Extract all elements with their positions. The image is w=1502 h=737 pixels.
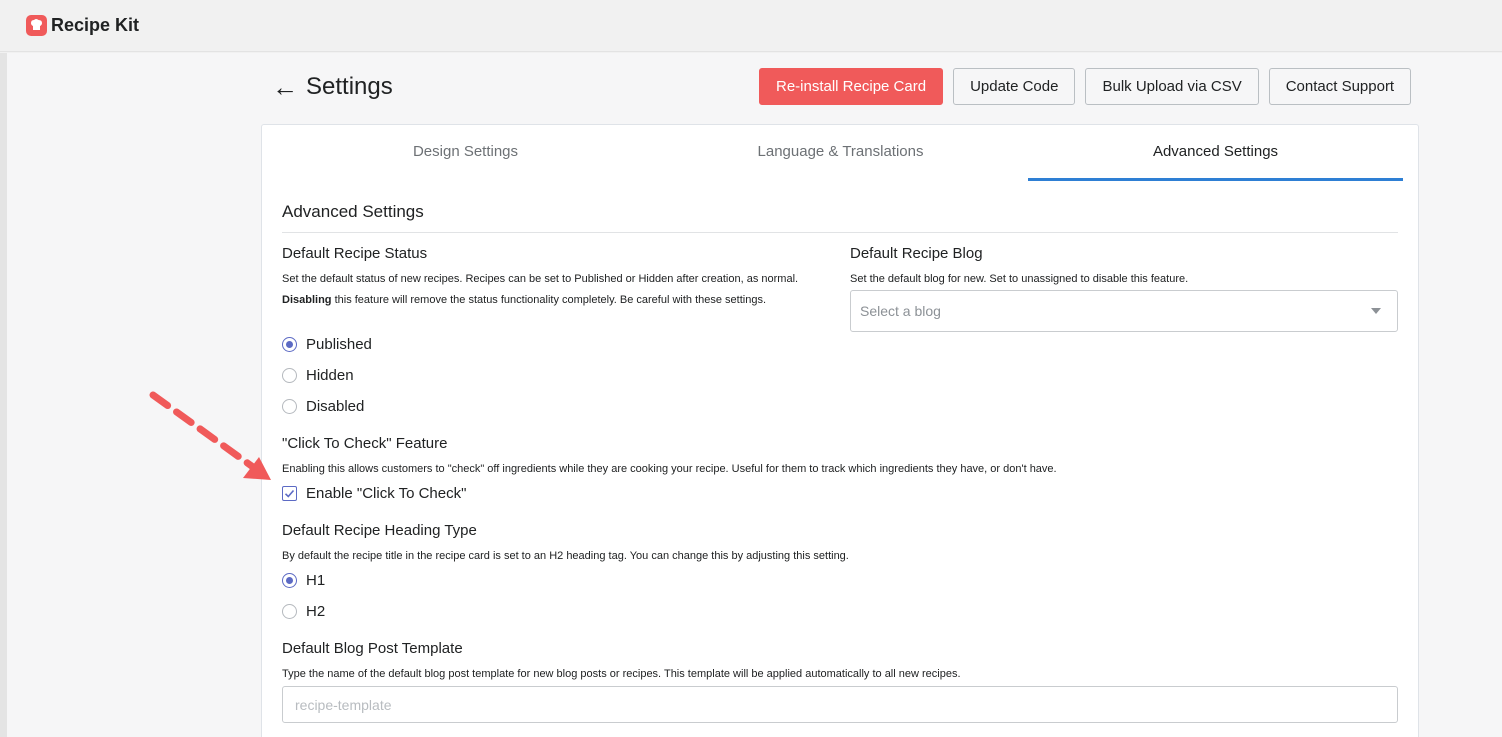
radio-button[interactable] <box>282 399 297 414</box>
heading-radio-h2[interactable]: H2 <box>282 603 325 620</box>
page-header: ← Settings <box>272 68 393 106</box>
section-title: Advanced Settings <box>282 202 424 221</box>
click-to-check-checkbox[interactable] <box>282 486 297 501</box>
radio-button[interactable] <box>282 604 297 619</box>
recipe-kit-logo-icon <box>26 15 47 36</box>
recipe-status-label: Default Recipe Status <box>282 245 428 262</box>
radio-button[interactable] <box>282 368 297 383</box>
click-to-check-help: Enabling this allows customers to "check… <box>282 463 1057 475</box>
radio-label: H2 <box>306 603 326 620</box>
click-to-check-checkbox-row[interactable]: Enable "Click To Check" <box>282 485 466 502</box>
chevron-down-icon <box>1371 308 1381 314</box>
blog-select-placeholder: Select a blog <box>860 303 941 319</box>
checkbox-label: Enable "Click To Check" <box>306 485 467 502</box>
recipe-blog-label: Default Recipe Blog <box>850 245 983 262</box>
status-radio-disabled[interactable]: Disabled <box>282 398 364 415</box>
settings-tabs: Design Settings Language & Translations … <box>278 125 1403 181</box>
radio-button[interactable] <box>282 337 297 352</box>
heading-type-label: Default Recipe Heading Type <box>282 522 477 539</box>
settings-card: Design Settings Language & Translations … <box>261 124 1419 737</box>
heading-type-help: By default the recipe title in the recip… <box>282 550 849 562</box>
bulk-upload-csv-button[interactable]: Bulk Upload via CSV <box>1085 68 1259 105</box>
app-title: Recipe Kit <box>51 15 140 35</box>
post-template-label: Default Blog Post Template <box>282 640 463 657</box>
annotation-arrow-icon <box>149 391 271 480</box>
header-actions: Re-install Recipe Card Update Code Bulk … <box>759 68 1412 105</box>
tab-design-settings[interactable]: Design Settings <box>278 125 653 181</box>
recipe-status-help-text-end: this feature will remove the status func… <box>331 294 767 306</box>
recipe-blog-help: Set the default blog for new. Set to una… <box>850 273 1189 285</box>
radio-label: Hidden <box>306 367 354 384</box>
radio-label: Disabled <box>306 398 365 415</box>
top-bar: Recipe Kit <box>0 0 1502 52</box>
recipe-status-help-text: Set the default status of new recipes. R… <box>282 273 799 285</box>
checkmark-icon <box>284 489 295 498</box>
post-template-help: Type the name of the default blog post t… <box>282 668 961 680</box>
click-to-check-label: "Click To Check" Feature <box>282 435 448 452</box>
status-radio-hidden[interactable]: Hidden <box>282 367 354 384</box>
recipe-status-help: Set the default status of new recipes. R… <box>282 269 822 311</box>
arrow-left-icon[interactable]: ← <box>272 74 298 100</box>
radio-label: H1 <box>306 572 326 589</box>
reinstall-recipe-card-button[interactable]: Re-install Recipe Card <box>759 68 944 105</box>
post-template-input[interactable] <box>282 686 1398 723</box>
radio-label: Published <box>306 336 372 353</box>
contact-support-button[interactable]: Contact Support <box>1268 68 1412 105</box>
heading-radio-h1[interactable]: H1 <box>282 572 325 589</box>
status-radio-published[interactable]: Published <box>282 336 372 353</box>
divider <box>282 232 1398 233</box>
tab-advanced-settings[interactable]: Advanced Settings <box>1028 125 1403 181</box>
radio-button[interactable] <box>282 573 297 588</box>
left-sidebar-strip <box>0 53 7 737</box>
update-code-button[interactable]: Update Code <box>953 68 1076 105</box>
blog-select[interactable]: Select a blog <box>850 290 1398 332</box>
recipe-status-help-bold: Disabling <box>282 294 332 306</box>
tab-language-translations[interactable]: Language & Translations <box>653 125 1028 181</box>
page-title: Settings <box>306 73 393 100</box>
